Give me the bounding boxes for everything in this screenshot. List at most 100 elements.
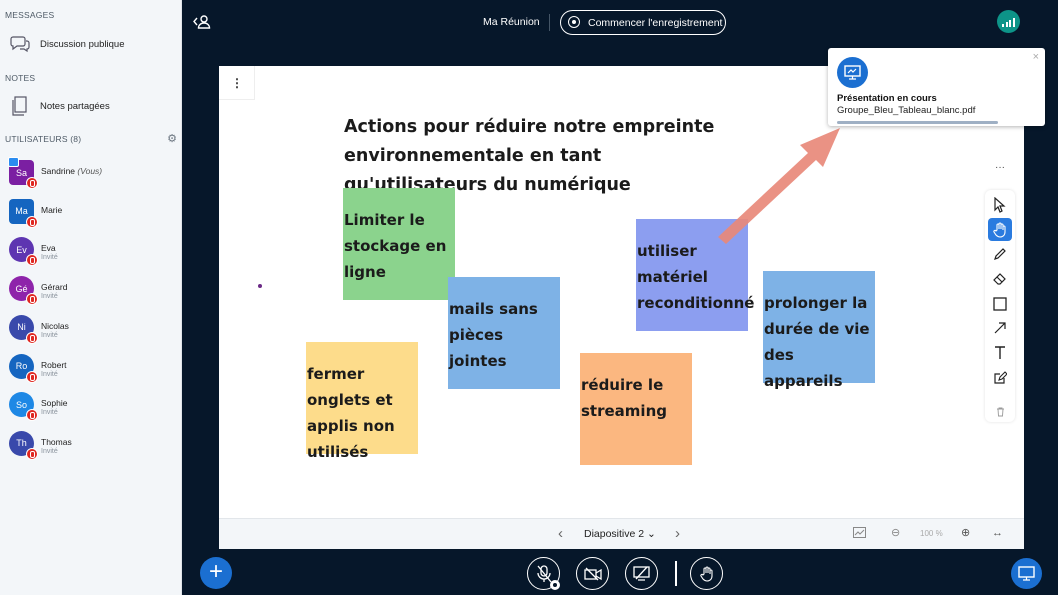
user-name: Marie	[41, 205, 62, 215]
more-tools-icon[interactable]: ···	[987, 160, 1013, 180]
sticky-note-2: mails sans pièces jointes	[448, 277, 560, 389]
muted-mic-icon	[26, 331, 38, 344]
users-section-title: UTILISATEURS (8)	[5, 134, 82, 144]
muted-mic-icon	[26, 254, 38, 267]
muted-mic-icon	[26, 177, 38, 189]
user-list-item[interactable]: Ni Nicolas Invité	[9, 314, 179, 349]
close-icon[interactable]: ×	[1033, 51, 1039, 63]
muted-mic-icon	[26, 409, 38, 422]
zoom-out-icon[interactable]: ⊖	[891, 527, 900, 539]
pointer-dot	[258, 284, 262, 288]
chat-icon	[8, 32, 32, 56]
rectangle-tool-icon[interactable]	[988, 292, 1012, 315]
muted-mic-icon	[26, 215, 38, 228]
user-list-item[interactable]: Ev Eva Invité	[9, 237, 179, 271]
user-name-text: Nicolas	[41, 320, 69, 331]
sidebar: MESSAGES Discussion publique NOTES Notes…	[0, 0, 182, 595]
pencil-tool-icon[interactable]	[988, 242, 1012, 265]
actions-plus-button[interactable]: +	[200, 557, 232, 589]
note-tool-icon[interactable]	[988, 366, 1012, 389]
user-name-text: Thomas	[41, 436, 72, 447]
drawing-toolbar	[985, 190, 1015, 422]
microphone-button[interactable]	[527, 557, 560, 590]
arrow-tool-icon[interactable]	[988, 316, 1012, 339]
meeting-title: Ma Réunion	[483, 16, 540, 28]
record-button[interactable]: Commencer l'enregistrement	[560, 10, 726, 35]
messages-section-title: MESSAGES	[5, 10, 55, 20]
presentation-notification: × Présentation en cours Groupe_Bleu_Tabl…	[828, 48, 1045, 126]
sticky-note-4: réduire le streaming	[580, 353, 692, 465]
sticky-note-1: Limiter le stockage en ligne	[343, 188, 455, 300]
gear-icon[interactable]: ⚙	[166, 133, 178, 145]
user-name: Sandrine (Vous)	[41, 166, 102, 176]
chevron-down-icon: ⌄	[647, 528, 656, 540]
zoom-level: 100 %	[920, 529, 943, 538]
whiteboard[interactable]: ⋮ Actions pour réduire notre empreinte e…	[219, 66, 1024, 549]
user-name-text: Sandrine	[41, 166, 76, 176]
user-list-item[interactable]: Ro Robert Invité	[9, 353, 179, 388]
user-role: Invité	[41, 370, 58, 378]
user-role: Invité	[41, 331, 58, 339]
slide-select[interactable]: Diapositive 2 ⌄	[584, 528, 656, 540]
eraser-tool-icon[interactable]	[988, 267, 1012, 290]
user-name-text: Eva	[41, 243, 56, 254]
presenter-icon	[8, 157, 19, 167]
user-list-item[interactable]: So Sophie Invité	[9, 392, 179, 426]
user-name: Eva	[41, 243, 56, 253]
trash-icon[interactable]	[988, 400, 1012, 423]
user-name-text: Sophie	[41, 398, 68, 409]
user-name: Nicolas	[41, 321, 69, 331]
fit-width-icon[interactable]: ↔	[992, 527, 1003, 539]
user-name-text: Robert	[41, 359, 67, 370]
zoom-in-icon[interactable]: ⊕	[961, 527, 970, 539]
user-role: Invité	[41, 409, 58, 417]
slide-controls: ‹ Diapositive 2 ⌄ › ⊖ 100 % ⊕ ↔	[219, 518, 1024, 549]
next-slide-icon[interactable]: ›	[675, 526, 680, 541]
notification-title: Présentation en cours	[837, 93, 937, 104]
presentation-icon	[837, 57, 868, 88]
notes-icon	[8, 94, 32, 118]
muted-mic-icon	[26, 370, 38, 383]
chart-icon[interactable]	[853, 527, 866, 541]
select-tool-icon[interactable]	[988, 193, 1012, 216]
user-role: Invité	[41, 293, 58, 301]
sticky-note-3: fermer onglets et applis non utilisés	[306, 342, 418, 461]
shared-notes-link[interactable]: Notes partagées	[8, 94, 110, 118]
connection-status-icon[interactable]	[997, 10, 1020, 33]
record-label: Commencer l'enregistrement	[588, 16, 723, 29]
audio-settings-icon[interactable]	[550, 580, 560, 590]
user-name: Robert	[41, 360, 67, 370]
user-list-item[interactable]: Sa Sandrine (Vous)	[8, 157, 179, 194]
toggle-userlist-icon[interactable]	[192, 12, 212, 32]
user-name-text: Marie	[41, 204, 63, 215]
user-name-text: Gérard	[41, 282, 68, 293]
public-chat-link[interactable]: Discussion publique	[8, 32, 125, 56]
user-name: Sophie	[41, 398, 67, 408]
notification-filename: Groupe_Bleu_Tableau_blanc.pdf	[837, 105, 976, 116]
pan-tool-icon[interactable]	[988, 218, 1012, 241]
muted-mic-icon	[26, 447, 38, 460]
annotation-arrow	[718, 128, 840, 244]
user-name: Thomas	[41, 437, 72, 447]
screenshare-button[interactable]	[625, 557, 658, 590]
sticky-note-6: prolonger la durée de vie des appareils	[763, 271, 875, 390]
presentation-toggle-button[interactable]	[1011, 558, 1042, 589]
top-divider	[549, 14, 550, 31]
camera-button[interactable]	[576, 557, 609, 590]
prev-slide-icon[interactable]: ‹	[558, 526, 563, 541]
muted-mic-icon	[26, 293, 38, 306]
text-tool-icon[interactable]	[988, 341, 1012, 364]
user-list-item[interactable]: Th Thomas Invité	[9, 430, 179, 465]
board-menu-icon[interactable]: ⋮	[231, 76, 243, 90]
controls-separator	[675, 561, 677, 586]
raise-hand-button[interactable]	[690, 557, 723, 590]
user-role: Invité	[41, 447, 58, 455]
slide-select-label: Diapositive 2	[584, 528, 645, 540]
user-self-tag: (Vous)	[77, 166, 103, 176]
user-list-item[interactable]: Ma Marie	[9, 198, 179, 233]
user-role: Invité	[41, 254, 58, 262]
public-chat-label: Discussion publique	[40, 38, 125, 50]
notification-progress	[837, 121, 998, 124]
user-list-item[interactable]: Gé Gérard Invité	[9, 276, 179, 310]
record-icon	[568, 16, 580, 28]
